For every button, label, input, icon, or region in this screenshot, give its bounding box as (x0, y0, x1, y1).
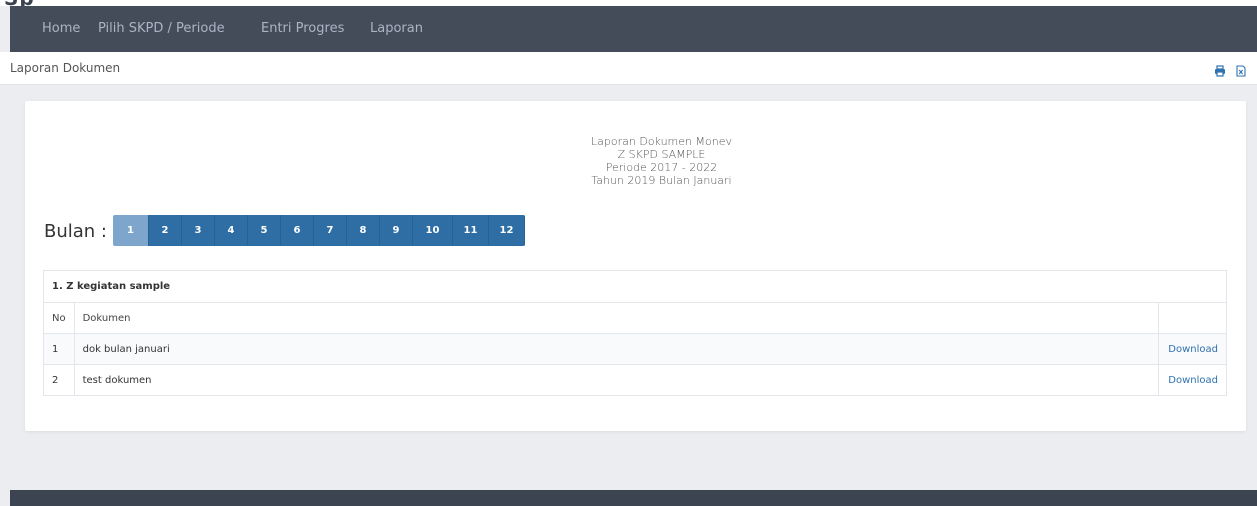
nav-entri-progres[interactable]: Entri Progres (261, 6, 344, 52)
column-header-no: No (43, 302, 75, 334)
month-button-9[interactable]: 9 (380, 215, 413, 246)
subheader: Laporan Dokumen (0, 52, 1257, 85)
top-navbar: Home Pilih SKPD / Periode Entri Progres … (10, 6, 1257, 52)
table-row: 2 test dokumen Download (43, 364, 1227, 396)
report-heading: Laporan Dokumen Monev Z SKPD SAMPLE Peri… (25, 135, 1257, 187)
download-link[interactable]: Download (1168, 344, 1218, 355)
month-button-5[interactable]: 5 (248, 215, 281, 246)
excel-file-icon[interactable] (1235, 62, 1247, 77)
document-table-wrapper: 1. Z kegiatan sample No Dokumen 1 dok bu… (43, 270, 1227, 396)
report-card: Laporan Dokumen Monev Z SKPD SAMPLE Peri… (25, 101, 1246, 431)
download-link[interactable]: Download (1168, 375, 1218, 386)
row-document-name: test dokumen (73, 364, 1160, 396)
nav-laporan[interactable]: Laporan (370, 6, 423, 52)
row-action: Download (1158, 364, 1227, 396)
nav-pilih-skpd-periode[interactable]: Pilih SKPD / Periode (98, 6, 225, 52)
month-button-8[interactable]: 8 (347, 215, 380, 246)
month-button-12[interactable]: 12 (489, 215, 525, 246)
month-button-2[interactable]: 2 (149, 215, 182, 246)
month-button-3[interactable]: 3 (182, 215, 215, 246)
table-header-row: No Dokumen (43, 302, 1227, 334)
month-button-11[interactable]: 11 (453, 215, 489, 246)
report-skpd-line: Z SKPD SAMPLE (617, 148, 706, 161)
column-header-dokumen: Dokumen (73, 302, 1160, 334)
print-icon[interactable] (1214, 62, 1226, 77)
month-button-10[interactable]: 10 (413, 215, 453, 246)
row-document-name: dok bulan januari (73, 333, 1160, 365)
month-button-6[interactable]: 6 (281, 215, 314, 246)
report-year-month-line: Tahun 2019 Bulan Januari (591, 174, 732, 187)
table-row: 1 dok bulan januari Download (43, 333, 1227, 365)
group-title: 1. Z kegiatan sample (43, 270, 1227, 303)
row-number: 1 (43, 333, 75, 365)
month-button-7[interactable]: 7 (314, 215, 347, 246)
month-button-1[interactable]: 1 (113, 215, 149, 246)
report-title-line: Laporan Dokumen Monev (591, 135, 732, 148)
bulan-label: Bulan : (44, 221, 107, 242)
row-action: Download (1158, 333, 1227, 365)
toolbar (1210, 62, 1247, 77)
report-period-line: Periode 2017 - 2022 (605, 161, 718, 174)
footer-bar (10, 490, 1257, 506)
month-pager: 1 2 3 4 5 6 7 8 9 10 11 12 (113, 215, 525, 246)
row-number: 2 (43, 364, 75, 396)
nav-home[interactable]: Home (42, 6, 80, 52)
document-table: 1. Z kegiatan sample No Dokumen 1 dok bu… (43, 270, 1227, 396)
column-header-action (1158, 302, 1227, 334)
month-button-4[interactable]: 4 (215, 215, 248, 246)
page-title: Laporan Dokumen (10, 61, 121, 75)
table-group-row: 1. Z kegiatan sample (43, 270, 1227, 303)
